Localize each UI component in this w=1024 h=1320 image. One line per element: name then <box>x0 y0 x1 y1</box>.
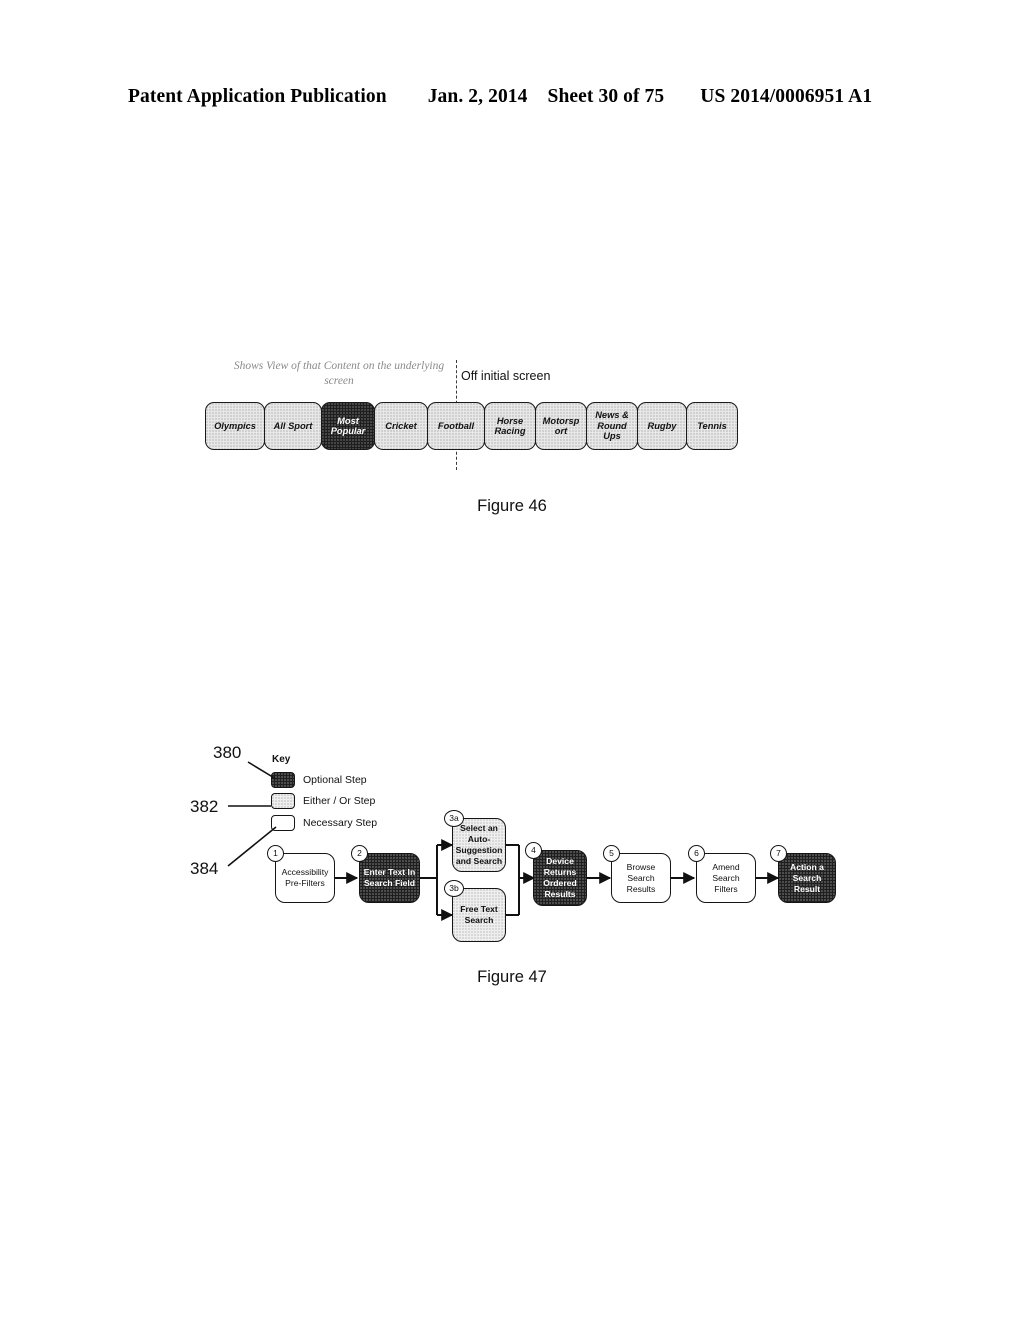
flow-step-number-7: 7 <box>770 845 787 862</box>
swatch-optional-step <box>271 772 295 788</box>
sheet-number: Sheet 30 of 75 <box>547 86 665 107</box>
flow-step-number-6: 6 <box>688 845 705 862</box>
flow-step-1: Accessibility Pre-Filters <box>275 853 335 903</box>
flow-step-2: Enter Text In Search Field <box>359 853 420 903</box>
reference-numeral-384: 384 <box>190 859 219 878</box>
tab-news-round-ups[interactable]: News & Round Ups <box>586 402 638 450</box>
reference-numeral-380: 380 <box>213 743 242 762</box>
key-label-optional-step: Optional Step <box>303 774 367 786</box>
publication-label: Patent Application Publication <box>128 86 387 107</box>
flow-step-6: Amend Search Filters <box>696 853 756 903</box>
flow-step-label: Select an Auto-Suggestion and Search <box>455 823 503 866</box>
tab-football[interactable]: Football <box>427 402 485 450</box>
tab-label: Most Popular <box>330 415 366 437</box>
flow-step-label: Accessibility Pre-Filters <box>281 867 329 888</box>
flow-step-label: Amend Search Filters <box>712 861 740 894</box>
tab-label: All Sport <box>273 420 313 431</box>
flow-step-label: Action a Search Result <box>790 861 824 894</box>
tab-label: Olympics <box>214 420 256 431</box>
publication-date: Jan. 2, 2014 <box>427 86 528 107</box>
reference-numeral-382: 382 <box>190 797 219 816</box>
key-label-either-or-step: Either / Or Step <box>303 795 376 807</box>
tab-label: News & Round Ups <box>595 410 629 442</box>
tab-most-popular[interactable]: Most Popular <box>321 402 375 450</box>
tab-cricket[interactable]: Cricket <box>374 402 428 450</box>
tab-horse-racing[interactable]: Horse Racing <box>484 402 536 450</box>
flow-step-number-1: 1 <box>267 845 284 862</box>
flow-step-label: Enter Text In Search Field <box>363 867 416 888</box>
key-item-necessary-step: Necessary Step <box>271 815 377 831</box>
tab-tennis[interactable]: Tennis <box>686 402 738 450</box>
tab-olympics[interactable]: Olympics <box>205 402 265 450</box>
flow-step-number-5: 5 <box>603 845 620 862</box>
tab-motorsp-ort[interactable]: Motorsp ort <box>535 402 587 450</box>
tab-label: Tennis <box>697 420 727 431</box>
reference-leader-lines <box>227 761 277 867</box>
category-tab-strip[interactable]: Olympics All Sport Most Popular Cricket Foot… <box>205 402 738 450</box>
key-label-necessary-step: Necessary Step <box>303 817 378 829</box>
tab-label: Rugby <box>647 420 677 431</box>
tab-label: Motorsp ort <box>542 415 580 437</box>
tab-label: Cricket <box>385 420 417 431</box>
key-item-optional-step: Optional Step <box>271 772 367 788</box>
flow-step-7: Action a Search Result <box>778 853 836 903</box>
flow-step-label: Device Returns Ordered Results <box>543 856 577 899</box>
patent-header: Patent Application Publication Jan. 2, 2… <box>128 86 896 108</box>
annotation-off-initial-screen: Off initial screen <box>461 369 551 383</box>
annotation-underlying-screen: Shows View of that Content on the underl… <box>233 360 445 387</box>
flow-step-3b: Free Text Search <box>452 888 506 942</box>
patent-number: US 2014/0006951 A1 <box>700 86 873 107</box>
flowchart-connectors <box>335 839 780 921</box>
figure-46-caption: Figure 46 <box>477 497 547 515</box>
flow-step-label: Browse Search Results <box>626 861 656 894</box>
tab-label: Football <box>437 420 475 431</box>
key-item-either-or-step: Either / Or Step <box>271 793 375 809</box>
swatch-either-or-step <box>271 793 295 809</box>
swatch-necessary-step <box>271 815 295 831</box>
key-title: Key <box>272 754 291 765</box>
flow-step-4: Device Returns Ordered Results <box>533 850 587 906</box>
flow-step-3a: Select an Auto-Suggestion and Search <box>452 818 506 872</box>
flow-step-number-3a: 3a <box>444 810 464 827</box>
flow-step-number-2: 2 <box>351 845 368 862</box>
flow-step-number-4: 4 <box>525 842 542 859</box>
tab-all-sport[interactable]: All Sport <box>264 402 322 450</box>
flow-step-number-3b: 3b <box>444 880 464 897</box>
flow-step-label: Free Text Search <box>460 904 498 925</box>
figure-47-caption: Figure 47 <box>477 968 547 986</box>
flow-step-5: Browse Search Results <box>611 853 671 903</box>
tab-label: Horse Racing <box>494 415 526 437</box>
tab-rugby[interactable]: Rugby <box>637 402 687 450</box>
